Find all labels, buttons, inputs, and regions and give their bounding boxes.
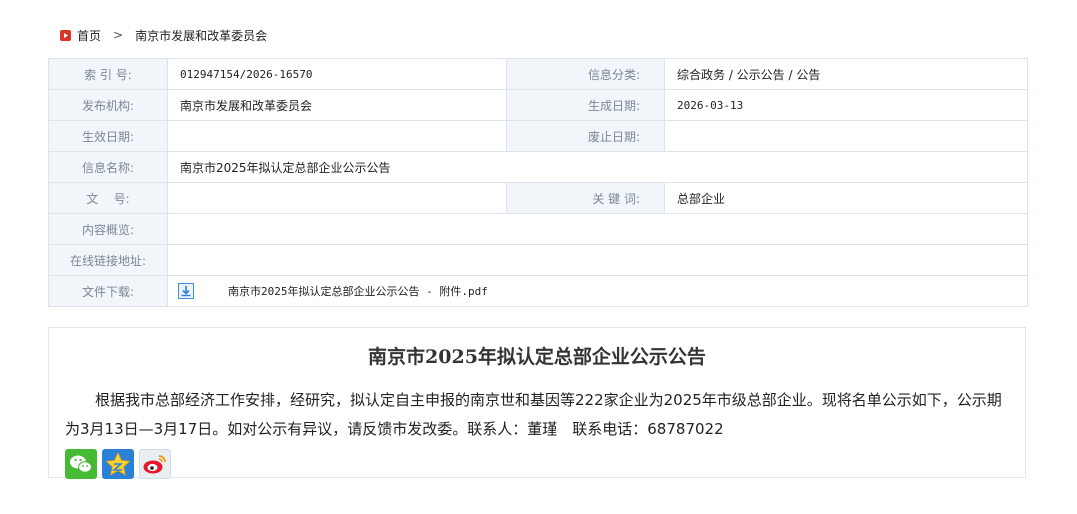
created-date-value: 2026-03-13 bbox=[664, 89, 1028, 121]
wechat-icon[interactable] bbox=[65, 449, 97, 479]
table-row: 发布机构: 南京市发展和改革委员会 生成日期: 2026-03-13 bbox=[48, 89, 1028, 121]
index-value: 012947154/2026-16570 bbox=[167, 58, 507, 90]
table-row: 信息名称: 南京市2025年拟认定总部企业公示公告 bbox=[48, 151, 1028, 183]
table-row: 生效日期: 废止日期: bbox=[48, 120, 1028, 152]
download-link[interactable]: 南京市2025年拟认定总部企业公示公告 - 附件.pdf bbox=[178, 283, 1027, 299]
article-body: 根据我市总部经济工作安排，经研究，拟认定自主申报的南京世和基因等222家企业为2… bbox=[65, 391, 1002, 438]
weibo-icon[interactable] bbox=[139, 449, 171, 479]
table-row: 索 引 号: 012947154/2026-16570 信息分类: 综合政务 /… bbox=[48, 58, 1028, 90]
keywords-label: 关 键 词: bbox=[506, 182, 665, 214]
online-link-label: 在线链接地址: bbox=[48, 244, 168, 276]
table-row: 文件下载: 南京市2025年拟认定总部企业公示公告 - 附件.pdf bbox=[48, 275, 1028, 307]
effective-date-value bbox=[167, 120, 507, 152]
doc-number-label: 文 号: bbox=[48, 182, 168, 214]
breadcrumb-separator: > bbox=[113, 28, 124, 42]
share-bar bbox=[65, 449, 171, 479]
created-date-label: 生成日期: bbox=[506, 89, 665, 121]
download-cell: 南京市2025年拟认定总部企业公示公告 - 附件.pdf bbox=[167, 275, 1028, 307]
table-row: 文 号: 关 键 词: 总部企业 bbox=[48, 182, 1028, 214]
download-label: 文件下载: bbox=[48, 275, 168, 307]
publisher-value: 南京市发展和改革委员会 bbox=[167, 89, 507, 121]
effective-date-label: 生效日期: bbox=[48, 120, 168, 152]
expire-date-label: 废止日期: bbox=[506, 120, 665, 152]
index-label: 索 引 号: bbox=[48, 58, 168, 90]
breadcrumb-home-link[interactable]: 首页 bbox=[77, 27, 101, 44]
keywords-value: 总部企业 bbox=[664, 182, 1028, 214]
table-row: 内容概览: bbox=[48, 213, 1028, 245]
info-name-label: 信息名称: bbox=[48, 151, 168, 183]
doc-number-value bbox=[167, 182, 507, 214]
breadcrumb: 首页 > 南京市发展和改革委员会 bbox=[60, 26, 267, 44]
qzone-icon[interactable] bbox=[102, 449, 134, 479]
table-row: 在线链接地址: bbox=[48, 244, 1028, 276]
online-link-value bbox=[167, 244, 1028, 276]
publisher-label: 发布机构: bbox=[48, 89, 168, 121]
summary-label: 内容概览: bbox=[48, 213, 168, 245]
category-value: 综合政务 / 公示公告 / 公告 bbox=[664, 58, 1028, 90]
article-title: 南京市2025年拟认定总部企业公示公告 bbox=[368, 346, 706, 368]
home-icon bbox=[60, 29, 71, 41]
download-file-name[interactable]: 南京市2025年拟认定总部企业公示公告 - 附件.pdf bbox=[228, 283, 488, 299]
article-panel: 南京市2025年拟认定总部企业公示公告 根据我市总部经济工作安排，经研究，拟认定… bbox=[48, 327, 1026, 479]
expire-date-value bbox=[664, 120, 1028, 152]
document-metadata-table: 索 引 号: 012947154/2026-16570 信息分类: 综合政务 /… bbox=[48, 58, 1028, 307]
category-label: 信息分类: bbox=[506, 58, 665, 90]
breadcrumb-current-link[interactable]: 南京市发展和改革委员会 bbox=[135, 27, 267, 44]
summary-value bbox=[167, 213, 1028, 245]
download-icon[interactable] bbox=[178, 283, 194, 299]
info-name-value: 南京市2025年拟认定总部企业公示公告 bbox=[167, 151, 1028, 183]
